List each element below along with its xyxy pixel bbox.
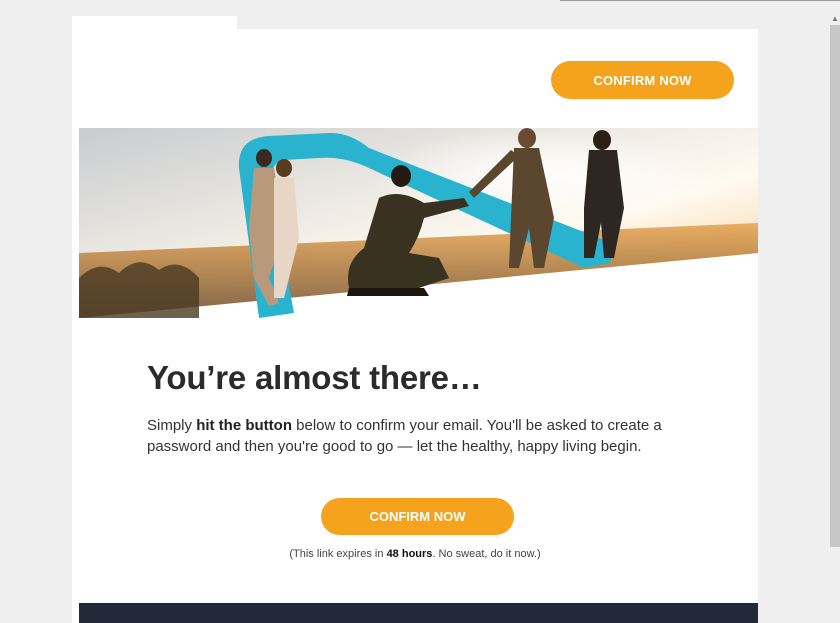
- scroll-up-arrow-icon[interactable]: ▲: [830, 14, 840, 24]
- hero-illustration: [79, 128, 758, 318]
- header-confirm-button[interactable]: CONFIRM NOW: [551, 61, 734, 99]
- window-edge-line: [560, 0, 840, 1]
- hero-image: [79, 128, 758, 318]
- email-body: CONFIRM NOW You’re almost there… Simply …: [72, 29, 758, 623]
- expiry-text-start: (This link expires in: [289, 548, 387, 560]
- email-footer: [79, 603, 758, 623]
- email-top-tab: [72, 16, 237, 30]
- expiry-text-end: . No sweat, do it now.): [432, 548, 541, 560]
- intro-text-start: Simply: [147, 417, 197, 434]
- expiry-note: (This link expires in 48 hours. No sweat…: [72, 548, 758, 560]
- confirm-now-button[interactable]: CONFIRM NOW: [321, 498, 514, 535]
- expiry-duration: 48 hours: [386, 548, 433, 560]
- page-title: You’re almost there…: [147, 359, 482, 396]
- main-content: You’re almost there… Simply hit the butt…: [147, 359, 687, 457]
- intro-text-bold: hit the button: [196, 417, 292, 434]
- scrollbar-thumb[interactable]: [830, 25, 840, 547]
- intro-paragraph: Simply hit the button below to confirm y…: [147, 415, 687, 457]
